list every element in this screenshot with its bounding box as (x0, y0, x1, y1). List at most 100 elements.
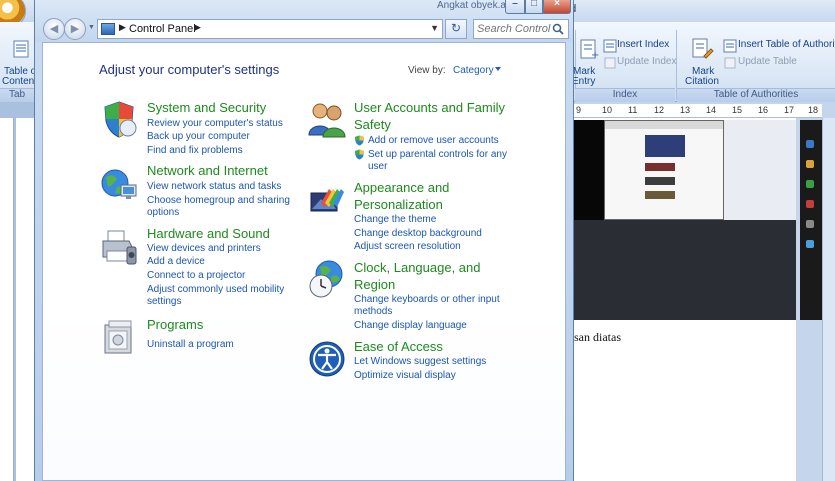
link-uninstall[interactable]: Uninstall a program (147, 338, 234, 351)
hardware-printer-icon[interactable] (99, 227, 139, 267)
refresh-icon: ↻ (450, 21, 462, 35)
category-network-internet[interactable]: Network and Internet (147, 163, 268, 179)
ribbon-group-toc: Tab (0, 88, 34, 102)
embedded-browser-bar (605, 121, 723, 129)
programs-box-icon[interactable] (99, 317, 139, 357)
taskbar-item-icon (806, 240, 814, 248)
embedded-thumbnail (645, 177, 675, 185)
update-index-button[interactable]: Update Index (617, 56, 677, 67)
category-appearance[interactable]: Appearance and (354, 180, 449, 196)
search-box[interactable] (473, 19, 569, 39)
link-find-fix[interactable]: Find and fix problems (147, 144, 243, 157)
control-panel-titlebar: Angkat obyek.atu – □ × ◀ ▶ ▼ ▶ Control P… (35, 0, 573, 42)
mark-entry-label-2[interactable]: Entry (572, 76, 595, 87)
link-review-status[interactable]: Review your computer's status (147, 117, 283, 130)
minimize-button[interactable]: – (505, 0, 525, 14)
vertical-ruler[interactable] (0, 118, 14, 481)
link-windows-suggest[interactable]: Let Windows suggest settings (354, 355, 486, 368)
breadcrumb-arrow-icon[interactable]: ▶ (119, 22, 126, 33)
back-arrow-icon: ◀ (49, 23, 59, 35)
breadcrumb-control-panel[interactable]: Control Panel (129, 23, 196, 35)
recent-pages-dropdown-icon[interactable]: ▼ (88, 24, 95, 31)
control-panel-content: Adjust your computer's settings View by:… (42, 42, 566, 481)
forward-button[interactable]: ▶ (64, 18, 86, 40)
ruler-number: 13 (680, 105, 691, 115)
uac-shield-icon (355, 135, 364, 146)
clock-globe-icon[interactable] (307, 259, 347, 299)
link-keyboards-methods[interactable]: methods (354, 305, 392, 318)
embedded-thumbnail (645, 191, 675, 199)
ruler-number: 18 (808, 105, 819, 115)
page-title: Adjust your computer's settings (99, 62, 280, 77)
minimize-icon: – (512, 0, 518, 9)
ruler-number: 14 (706, 105, 717, 115)
category-ease-of-access[interactable]: Ease of Access (354, 339, 443, 355)
appearance-paint-icon[interactable] (307, 183, 347, 223)
insert-toa-button[interactable]: Insert Table of Authoriti (738, 39, 835, 50)
view-by-label: View by: (408, 65, 446, 76)
network-globe-icon[interactable] (99, 165, 139, 205)
address-bar[interactable]: ▶ Control Panel ▶ ▼ (97, 19, 443, 39)
embedded-browser-window (604, 120, 724, 220)
toc-label-2[interactable]: Content (2, 76, 37, 87)
link-devices-printers[interactable]: View devices and printers (147, 242, 261, 255)
link-parental-controls[interactable]: Set up parental controls for any (368, 148, 507, 161)
view-by-dropdown[interactable]: Category (453, 65, 494, 76)
category-user-accounts-line2[interactable]: Safety (354, 117, 391, 133)
category-appearance-line2[interactable]: Personalization (354, 197, 443, 213)
search-input[interactable] (477, 22, 551, 36)
link-mobility-settings[interactable]: settings (147, 295, 181, 308)
close-icon: × (554, 0, 560, 9)
embedded-thumbnail (645, 135, 685, 157)
view-by-chevron-down-icon[interactable] (495, 67, 501, 71)
link-change-theme[interactable]: Change the theme (354, 213, 436, 226)
category-system-security[interactable]: System and Security (147, 100, 266, 116)
ease-of-access-icon[interactable] (307, 339, 347, 379)
ruler-number: 10 (602, 105, 613, 115)
mark-citation-label-2[interactable]: Citation (685, 76, 719, 87)
link-display-language[interactable]: Change display language (354, 319, 467, 332)
vertical-scrollbar[interactable] (822, 118, 835, 481)
ribbon-group-index: Index (575, 88, 675, 102)
forward-arrow-icon: ▶ (70, 23, 80, 35)
link-optimize-display[interactable]: Optimize visual display (354, 369, 456, 382)
search-icon[interactable] (552, 23, 564, 35)
link-projector[interactable]: Connect to a projector (147, 269, 245, 282)
category-clock-language-line2[interactable]: Region (354, 277, 395, 293)
control-panel-icon (101, 23, 115, 35)
link-parental-controls-user[interactable]: user (368, 160, 387, 173)
breadcrumb-arrow-icon[interactable]: ▶ (194, 22, 201, 33)
update-table-button[interactable]: Update Table (738, 56, 797, 67)
window-controls: – □ × (505, 0, 571, 14)
ribbon-group-toa: Table of Authorities (677, 88, 835, 102)
insert-toa-icon (723, 39, 737, 53)
link-desktop-background[interactable]: Change desktop background (354, 227, 482, 240)
link-add-device[interactable]: Add a device (147, 255, 205, 268)
link-back-up[interactable]: Back up your computer (147, 130, 250, 143)
link-screen-resolution[interactable]: Adjust screen resolution (354, 240, 461, 253)
system-security-shield-icon[interactable] (99, 99, 139, 139)
taskbar-item-icon (806, 220, 814, 228)
maximize-button[interactable]: □ (525, 0, 543, 14)
refresh-button[interactable]: ↻ (445, 19, 467, 39)
category-user-accounts[interactable]: User Accounts and Family (354, 100, 505, 116)
svg-text:+: + (591, 50, 599, 60)
uac-shield-icon (355, 149, 364, 160)
horizontal-ruler[interactable]: 9 10 11 12 13 14 15 16 17 18 (570, 104, 822, 118)
ruler-number: 11 (628, 105, 638, 115)
link-network-status[interactable]: View network status and tasks (147, 180, 281, 193)
ruler-number: 16 (758, 105, 769, 115)
embedded-taskbar-image (800, 120, 822, 320)
category-clock-language[interactable]: Clock, Language, and (354, 260, 480, 276)
ruler-number: 15 (732, 105, 743, 115)
document-text[interactable]: san diatas (574, 330, 621, 345)
close-button[interactable]: × (543, 0, 571, 14)
user-accounts-icon[interactable] (307, 99, 347, 139)
category-hardware-sound[interactable]: Hardware and Sound (147, 226, 270, 242)
address-dropdown-icon[interactable]: ▼ (430, 23, 439, 33)
link-add-remove-accounts[interactable]: Add or remove user accounts (368, 134, 499, 147)
back-button[interactable]: ◀ (43, 18, 65, 40)
insert-index-button[interactable]: Insert Index (617, 39, 669, 50)
category-programs[interactable]: Programs (147, 317, 203, 333)
link-homegroup-options[interactable]: options (147, 206, 179, 219)
